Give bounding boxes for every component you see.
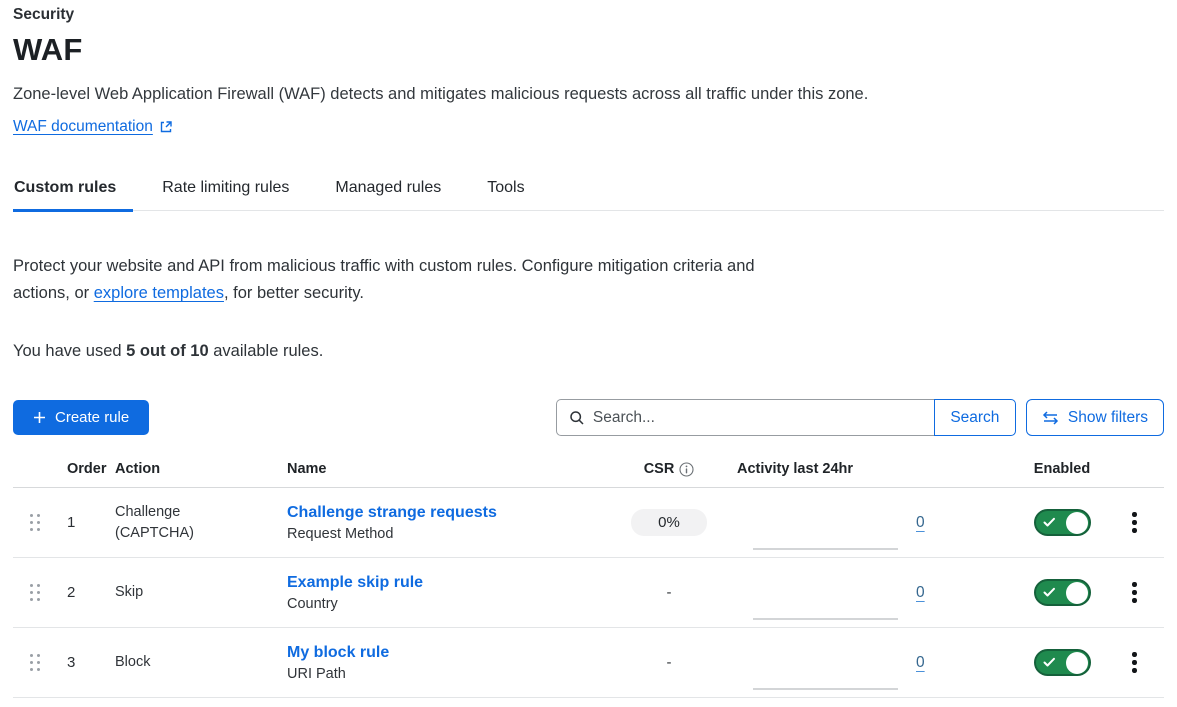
create-rule-label: Create rule [55, 409, 129, 426]
search-icon [569, 410, 585, 426]
show-filters-label: Show filters [1068, 409, 1148, 427]
activity-count-link[interactable]: 0 [916, 584, 925, 602]
rule-enabled-cell [1019, 509, 1105, 536]
table-row: 2 Skip Example skip rule Country - 0 [13, 558, 1164, 628]
tab-custom-rules[interactable]: Custom rules [13, 169, 117, 210]
kebab-menu-icon[interactable] [1124, 508, 1145, 537]
rule-action: Challenge (CAPTCHA) [115, 502, 227, 544]
kebab-menu-icon[interactable] [1124, 648, 1145, 677]
checkmark-icon [1043, 657, 1056, 668]
activity-sparkline [753, 654, 898, 690]
header-activity: Activity last 24hr [719, 461, 1019, 477]
waf-page: Security WAF Zone-level Web Application … [0, 0, 1177, 698]
checkmark-icon [1043, 517, 1056, 528]
drag-handle-icon[interactable] [13, 584, 57, 602]
table-header-row: Order Action Name CSR Activity last 24hr… [13, 451, 1164, 488]
usage-prefix: You have used [13, 342, 126, 360]
toggle-knob [1066, 582, 1088, 604]
create-rule-button[interactable]: Create rule [13, 400, 149, 435]
kebab-menu-icon[interactable] [1124, 578, 1145, 607]
usage-count: 5 out of 10 [126, 342, 209, 360]
activity-sparkline [753, 514, 898, 550]
drag-handle-icon[interactable] [13, 514, 57, 532]
rule-activity-cell: 0 [719, 575, 1019, 611]
external-link-icon [159, 120, 173, 134]
rule-menu-cell [1105, 508, 1164, 537]
rule-name-cell: My block rule URI Path [287, 644, 619, 682]
tab-tools[interactable]: Tools [486, 169, 525, 210]
header-order: Order [57, 461, 115, 477]
info-circle-icon[interactable] [679, 462, 694, 477]
drag-handle-icon[interactable] [13, 654, 57, 672]
rule-csr-cell: 0% [619, 509, 719, 536]
activity-sparkline [753, 584, 898, 620]
header-action: Action [115, 461, 287, 477]
rule-csr-cell: - [619, 584, 719, 601]
rule-action: Skip [115, 582, 227, 603]
rules-usage-text: You have used 5 out of 10 available rule… [13, 342, 1164, 361]
toolbar: Create rule Search [13, 399, 1164, 436]
tab-rate-limiting-rules[interactable]: Rate limiting rules [161, 169, 290, 210]
rule-order: 3 [57, 654, 115, 671]
csr-value: - [667, 584, 672, 601]
rule-enabled-cell [1019, 649, 1105, 676]
rule-field: URI Path [287, 666, 619, 682]
header-name: Name [287, 461, 619, 477]
search-box [556, 399, 934, 436]
rule-name-link[interactable]: Example skip rule [287, 574, 423, 592]
rule-name-cell: Example skip rule Country [287, 574, 619, 612]
rule-name-cell: Challenge strange requests Request Metho… [287, 504, 619, 542]
activity-count-link[interactable]: 0 [916, 654, 925, 672]
waf-documentation-link[interactable]: WAF documentation [13, 118, 153, 136]
rule-action: Block [115, 652, 227, 673]
usage-suffix: available rules. [209, 342, 324, 360]
rule-name-link[interactable]: Challenge strange requests [287, 504, 497, 522]
rule-menu-cell [1105, 648, 1164, 677]
left-right-arrows-icon [1042, 411, 1059, 425]
intro-text: Protect your website and API from malici… [13, 253, 758, 307]
table-row: 3 Block My block rule URI Path - 0 [13, 628, 1164, 698]
rule-activity-cell: 0 [719, 505, 1019, 541]
tab-managed-rules[interactable]: Managed rules [334, 169, 442, 210]
rule-enabled-cell [1019, 579, 1105, 606]
rule-field: Request Method [287, 526, 619, 542]
page-title: WAF [13, 32, 1164, 68]
enabled-toggle[interactable] [1034, 579, 1091, 606]
rule-order: 2 [57, 584, 115, 601]
checkmark-icon [1043, 587, 1056, 598]
toggle-knob [1066, 512, 1088, 534]
header-enabled: Enabled [1019, 461, 1105, 477]
enabled-toggle[interactable] [1034, 509, 1091, 536]
explore-templates-link[interactable]: explore templates [94, 284, 224, 302]
rule-activity-cell: 0 [719, 645, 1019, 681]
plus-icon [33, 411, 46, 424]
header-csr-label: CSR [644, 461, 675, 477]
csr-badge: 0% [631, 509, 707, 536]
table-row: 1 Challenge (CAPTCHA) Challenge strange … [13, 488, 1164, 558]
header-csr: CSR [619, 461, 719, 477]
enabled-toggle[interactable] [1034, 649, 1091, 676]
tab-bar: Custom rules Rate limiting rules Managed… [13, 169, 1164, 211]
page-description: Zone-level Web Application Firewall (WAF… [13, 85, 1164, 104]
rule-name-link[interactable]: My block rule [287, 644, 389, 662]
rule-csr-cell: - [619, 654, 719, 671]
rule-field: Country [287, 596, 619, 612]
rule-order: 1 [57, 514, 115, 531]
show-filters-button[interactable]: Show filters [1026, 399, 1164, 436]
intro-text-after: , for better security. [224, 284, 364, 302]
breadcrumb: Security [13, 6, 1164, 24]
rule-menu-cell [1105, 578, 1164, 607]
search-input[interactable] [593, 409, 922, 427]
rules-table: Order Action Name CSR Activity last 24hr… [13, 451, 1164, 698]
csr-value: - [667, 654, 672, 671]
activity-count-link[interactable]: 0 [916, 514, 925, 532]
toggle-knob [1066, 652, 1088, 674]
search-button[interactable]: Search [934, 399, 1016, 436]
